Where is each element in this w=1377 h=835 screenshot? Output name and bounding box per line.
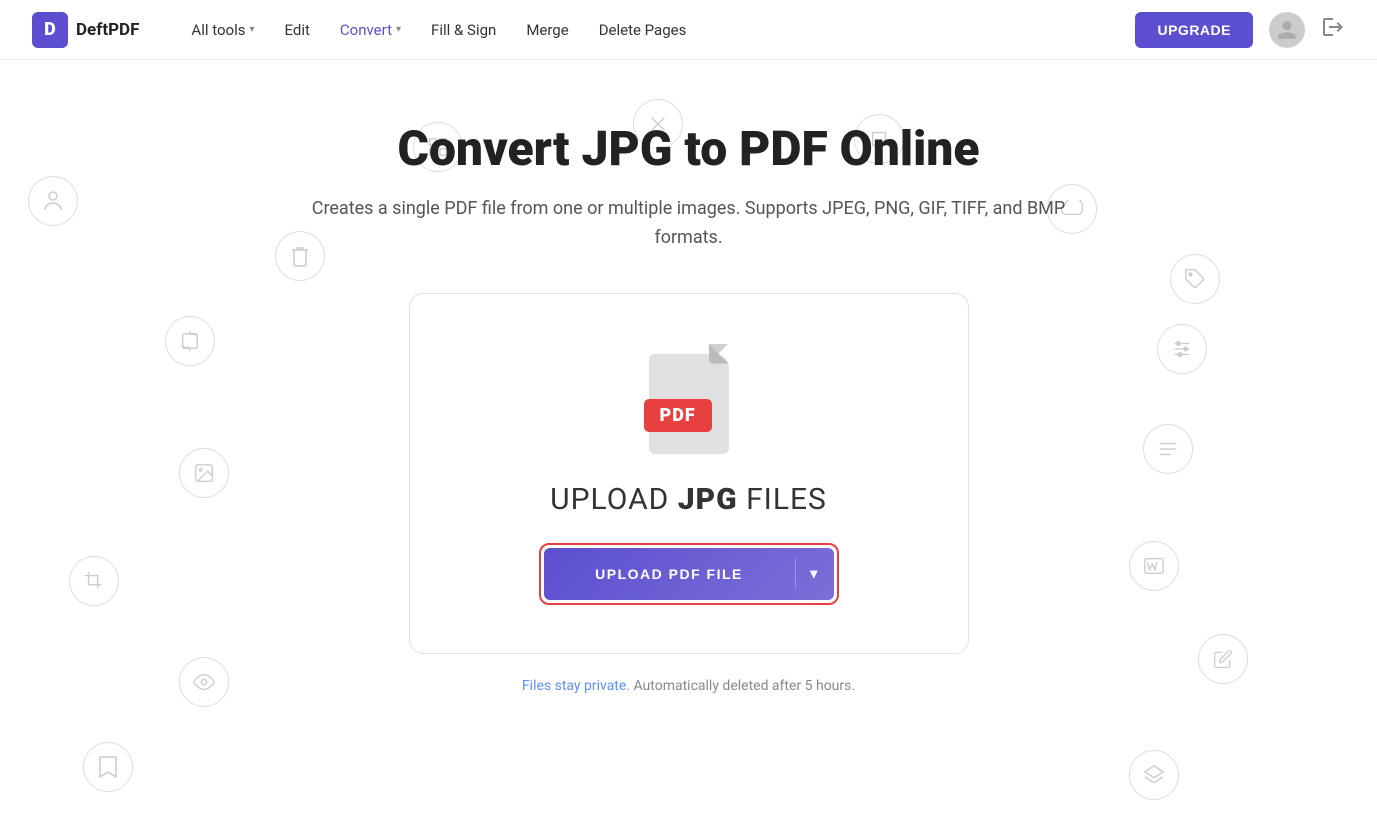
nav-right: UPGRADE: [1135, 12, 1345, 48]
bg-icon-crop: [69, 556, 119, 606]
nav-convert[interactable]: Convert ▾: [328, 13, 413, 47]
nav-links: All tools ▾ Edit Convert ▾ Fill & Sign M…: [179, 13, 1135, 47]
nav-fill-sign[interactable]: Fill & Sign: [419, 13, 508, 47]
navbar: D DeftPDF All tools ▾ Edit Convert ▾ Fil…: [0, 0, 1377, 60]
upload-button[interactable]: UPLOAD PDF FILE ▾: [544, 548, 834, 600]
privacy-link[interactable]: Files stay private.: [522, 678, 630, 694]
logout-icon[interactable]: [1321, 15, 1345, 45]
bg-icon-image-edit: [179, 448, 229, 498]
upload-card: PDF UPLOAD JPG FILES UPLOAD PDF FILE ▾: [409, 293, 969, 654]
bg-icon-eye: [179, 657, 229, 707]
user-avatar[interactable]: [1269, 12, 1305, 48]
user-icon: [1276, 19, 1298, 41]
bg-icon-sliders: [1157, 324, 1207, 374]
upload-text-bold: JPG: [678, 482, 738, 517]
main-content: Convert JPG to PDF Online Creates a sing…: [0, 60, 1377, 835]
bg-icon-puzzle: [165, 316, 215, 366]
pdf-file-icon: PDF: [644, 344, 734, 454]
logo-icon: D: [32, 12, 68, 48]
bg-icon-person: [28, 176, 78, 226]
bg-icon-text-edit: [1143, 424, 1193, 474]
hero-section: Convert JPG to PDF Online Creates a sing…: [289, 120, 1089, 293]
bg-icon-pencil: [1198, 634, 1248, 684]
chevron-down-icon: ▾: [396, 24, 401, 35]
page-title: Convert JPG to PDF Online: [289, 120, 1089, 177]
nav-edit[interactable]: Edit: [273, 13, 322, 47]
bg-icon-watermark: [1129, 541, 1179, 591]
page-subtitle: Creates a single PDF file from one or mu…: [289, 195, 1089, 253]
logo-text: DeftPDF: [76, 20, 139, 40]
nav-merge[interactable]: Merge: [514, 13, 580, 47]
nav-delete-pages[interactable]: Delete Pages: [587, 13, 699, 47]
bg-icon-bookmark: [83, 742, 133, 792]
upload-text-prefix: UPLOAD: [550, 482, 678, 517]
upload-text: UPLOAD JPG FILES: [550, 482, 827, 517]
pdf-badge: PDF: [644, 399, 712, 432]
bg-icon-tag: [1170, 254, 1220, 304]
upload-button-label: UPLOAD PDF FILE: [544, 548, 795, 600]
privacy-text: Automatically deleted after 5 hours.: [630, 678, 855, 694]
dropdown-arrow-icon[interactable]: ▾: [796, 548, 834, 600]
nav-all-tools[interactable]: All tools ▾: [179, 13, 266, 47]
chevron-down-icon: ▾: [249, 24, 254, 35]
privacy-note: Files stay private. Automatically delete…: [522, 678, 855, 694]
upload-btn-wrapper: UPLOAD PDF FILE ▾: [541, 545, 837, 603]
upgrade-button[interactable]: UPGRADE: [1135, 12, 1253, 48]
upload-text-suffix: FILES: [738, 482, 827, 517]
logo-area[interactable]: D DeftPDF: [32, 12, 139, 48]
bg-icon-layers: [1129, 750, 1179, 800]
